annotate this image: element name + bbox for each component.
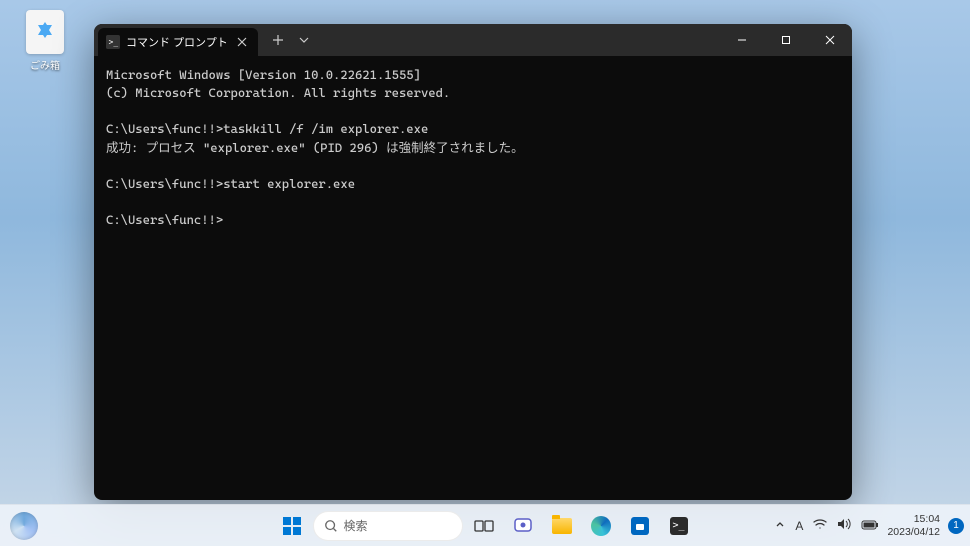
widgets-button[interactable]: [6, 508, 42, 544]
taskbar-left: [6, 508, 42, 544]
chat-button[interactable]: [505, 508, 541, 544]
new-tab-button[interactable]: [264, 28, 292, 52]
wifi-icon[interactable]: [813, 518, 827, 533]
close-icon: [825, 35, 835, 45]
chevron-down-icon: [299, 37, 309, 43]
recycle-bin-icon: [26, 10, 64, 54]
clock[interactable]: 15:04 2023/04/12: [887, 513, 940, 538]
terminal-app-button[interactable]: >_: [661, 508, 697, 544]
clock-time: 15:04: [887, 513, 940, 526]
tab-title: コマンド プロンプト: [126, 34, 228, 50]
minimize-button[interactable]: [720, 24, 764, 56]
terminal-output[interactable]: Microsoft Windows [Version 10.0.22621.15…: [94, 56, 852, 500]
close-icon: [237, 37, 247, 47]
tab-dropdown-button[interactable]: [294, 28, 314, 52]
taskbar-search[interactable]: 検索: [313, 511, 463, 541]
clock-date: 2023/04/12: [887, 526, 940, 539]
edge-icon: [591, 516, 611, 536]
taskbar-center: 検索 >_: [274, 508, 697, 544]
recycle-bin-label: ごみ箱: [20, 57, 70, 72]
window-controls: [720, 24, 852, 56]
tab-cmd[interactable]: >_ コマンド プロンプト: [98, 28, 258, 56]
windows-logo-icon: [283, 517, 301, 535]
file-explorer-button[interactable]: [544, 508, 580, 544]
store-button[interactable]: [622, 508, 658, 544]
tray-chevron-icon[interactable]: [775, 518, 785, 533]
cmd-icon: >_: [106, 35, 120, 49]
maximize-icon: [781, 35, 791, 45]
terminal-window: >_ コマンド プロンプト Microsoft Windows [Version…: [94, 24, 852, 500]
task-view-button[interactable]: [466, 508, 502, 544]
recycle-bin-desktop-icon[interactable]: ごみ箱: [20, 10, 70, 72]
search-placeholder: 検索: [344, 517, 368, 534]
notification-badge[interactable]: 1: [948, 518, 964, 534]
taskbar: 検索 >_ A: [0, 504, 970, 546]
svg-text:>_: >_: [109, 38, 119, 47]
volume-icon[interactable]: [837, 518, 851, 533]
task-view-icon: [474, 518, 494, 534]
folder-icon: [552, 518, 572, 534]
plus-icon: [272, 34, 284, 46]
start-button[interactable]: [274, 508, 310, 544]
search-icon: [324, 519, 338, 533]
titlebar[interactable]: >_ コマンド プロンプト: [94, 24, 852, 56]
store-icon: [631, 517, 649, 535]
system-tray[interactable]: A: [775, 518, 879, 533]
terminal-icon: >_: [670, 517, 688, 535]
widgets-icon: [10, 512, 38, 540]
edge-button[interactable]: [583, 508, 619, 544]
chat-icon: [513, 516, 533, 536]
tab-close-button[interactable]: [234, 34, 250, 50]
ime-indicator[interactable]: A: [795, 519, 803, 533]
maximize-button[interactable]: [764, 24, 808, 56]
taskbar-right: A 15:04 2023/04/12 1: [775, 513, 964, 538]
close-button[interactable]: [808, 24, 852, 56]
minimize-icon: [737, 35, 747, 45]
battery-icon[interactable]: [861, 518, 879, 533]
